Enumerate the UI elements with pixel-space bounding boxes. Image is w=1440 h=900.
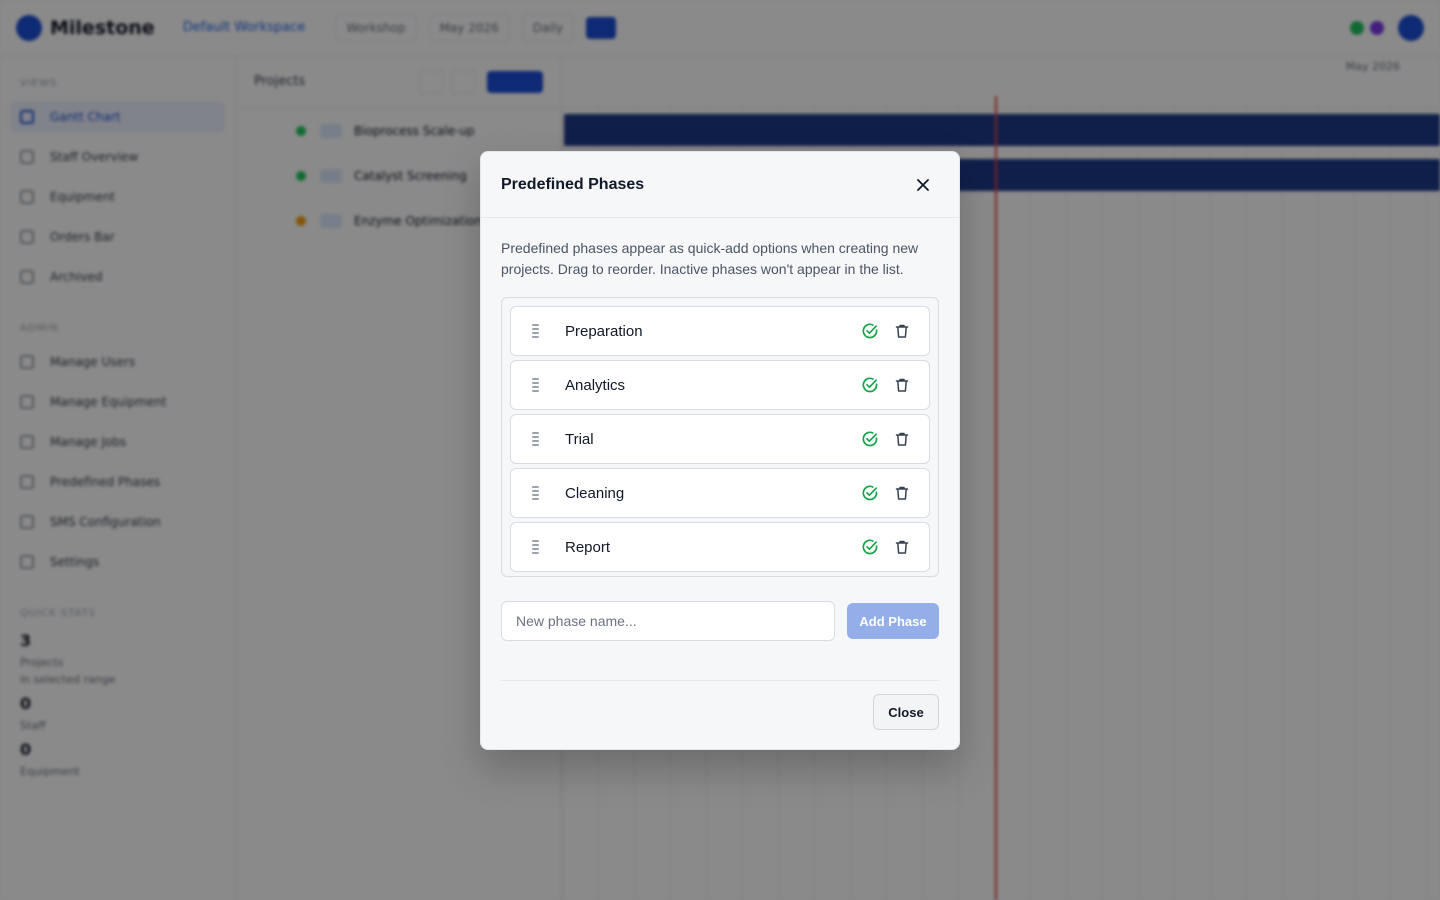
close-button[interactable]: Close — [873, 694, 939, 730]
dialog-header: Predefined Phases — [481, 152, 959, 218]
delete-button[interactable] — [889, 480, 915, 506]
check-circle-icon — [862, 539, 878, 555]
dialog-footer: Close — [501, 680, 939, 730]
check-circle-icon — [862, 377, 878, 393]
active-toggle-button[interactable] — [857, 426, 883, 452]
predefined-phases-dialog: Predefined Phases Predefined phases appe… — [480, 151, 960, 750]
drag-handle-icon[interactable] — [529, 323, 541, 339]
delete-button[interactable] — [889, 426, 915, 452]
active-toggle-button[interactable] — [857, 318, 883, 344]
phase-item-report[interactable]: Report — [510, 522, 930, 572]
phase-name: Trial — [565, 430, 594, 448]
phase-name: Report — [565, 538, 611, 556]
trash-icon — [895, 540, 909, 554]
phase-name: Analytics — [565, 376, 626, 394]
close-icon — [917, 178, 929, 191]
phase-item-preparation[interactable]: Preparation — [510, 306, 930, 356]
active-toggle-button[interactable] — [857, 372, 883, 398]
drag-handle-icon[interactable] — [529, 485, 541, 501]
check-circle-icon — [862, 485, 878, 501]
dialog-body: Predefined phases appear as quick-add op… — [481, 218, 959, 641]
drag-handle-icon[interactable] — [529, 431, 541, 447]
trash-icon — [895, 432, 909, 446]
new-phase-input[interactable] — [501, 601, 835, 641]
dialog-title: Predefined Phases — [501, 175, 645, 193]
phase-item-cleaning[interactable]: Cleaning — [510, 468, 930, 518]
delete-button[interactable] — [889, 534, 915, 560]
trash-icon — [895, 324, 909, 338]
trash-icon — [895, 486, 909, 500]
trash-icon — [895, 378, 909, 392]
active-toggle-button[interactable] — [857, 534, 883, 560]
add-phase-row: Add Phase — [501, 601, 939, 641]
phase-item-analytics[interactable]: Analytics — [510, 360, 930, 410]
check-circle-icon — [862, 323, 878, 339]
dialog-description: Predefined phases appear as quick-add op… — [501, 240, 919, 277]
add-phase-button[interactable]: Add Phase — [847, 603, 939, 639]
drag-handle-icon[interactable] — [529, 539, 541, 555]
phase-name: Cleaning — [565, 484, 625, 502]
active-toggle-button[interactable] — [857, 480, 883, 506]
close-icon-button[interactable] — [907, 169, 939, 201]
delete-button[interactable] — [889, 318, 915, 344]
phase-item-trial[interactable]: Trial — [510, 414, 930, 464]
check-circle-icon — [862, 431, 878, 447]
drag-handle-icon[interactable] — [529, 377, 541, 393]
delete-button[interactable] — [889, 372, 915, 398]
phase-name: Preparation — [565, 322, 643, 340]
phase-list: Preparation Analytics Trial Cleaning Rep… — [501, 297, 939, 577]
